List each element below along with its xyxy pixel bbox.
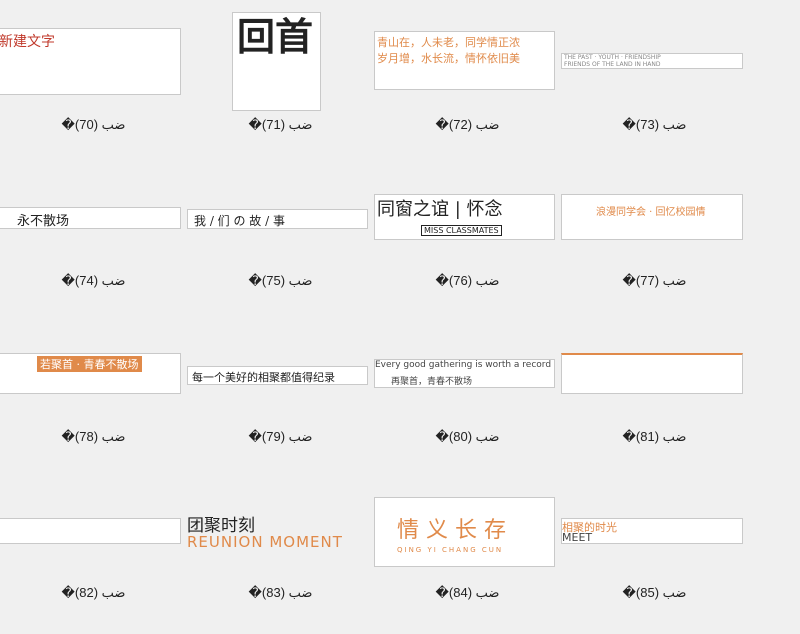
thumbnail-text: 回首: [237, 14, 314, 59]
thumbnail-image[interactable]: 回首: [232, 12, 321, 111]
thumbnail-image[interactable]: Every good gathering is worth a record 再…: [374, 359, 555, 388]
thumbnail-text: 同窗之谊 | 怀念: [377, 199, 503, 220]
thumbnail-label: �ضب (70): [61, 117, 126, 132]
thumbnail-text: 永不散场: [17, 214, 70, 229]
thumbnail-item[interactable]: 浪漫同学会 · 回忆校园情 �ضب (77): [561, 156, 748, 312]
thumbnail-item[interactable]: 情 义 长 存 QING YI CHANG CUN �ضب (84): [374, 468, 561, 624]
thumbnail-text: 情 义 长 存: [397, 518, 506, 543]
thumbnail-item[interactable]: �ضب (81): [561, 312, 748, 468]
thumbnail-image[interactable]: [561, 353, 743, 394]
thumbnail-label: �ضب (76): [435, 273, 500, 288]
thumbnail-item[interactable]: 相聚的时光 MEET �ضب (85): [561, 468, 748, 624]
thumbnail-text: 岁月增，水长流，情怀依旧美: [377, 52, 520, 65]
thumbnail-text: 新建文字: [0, 34, 55, 50]
thumbnail-item[interactable]: 同窗之谊 | 怀念 MISS CLASSMATES �ضب (76): [374, 156, 561, 312]
thumbnail-item[interactable]: �ضب (82): [0, 468, 187, 624]
thumbnail-item[interactable]: Every good gathering is worth a record 再…: [374, 312, 561, 468]
thumbnail-label: �ضب (84): [435, 585, 500, 600]
thumbnail-text: MEET: [562, 531, 593, 544]
thumbnail-label: �ضب (85): [622, 585, 687, 600]
thumbnail-image[interactable]: 新建文字: [0, 28, 181, 95]
thumbnail-text: FRIENDS OF THE LAND IN HAND: [564, 61, 661, 68]
thumbnail-item[interactable]: 新建文字 �ضب (70): [0, 0, 187, 156]
thumbnail-text: 若聚首 · 青春不散场: [37, 356, 142, 372]
thumbnail-label: �ضب (75): [248, 273, 313, 288]
thumbnail-image[interactable]: 每一个美好的相聚都值得纪录: [187, 366, 368, 385]
thumbnail-item[interactable]: 若聚首 · 青春不散场 �ضب (78): [0, 312, 187, 468]
thumbnail-label: �ضب (82): [61, 585, 126, 600]
thumbnail-image[interactable]: THE PAST · YOUTH · FRIENDSHIP FRIENDS OF…: [561, 53, 743, 69]
thumbnail-image[interactable]: 浪漫同学会 · 回忆校园情: [561, 194, 743, 240]
thumbnail-image[interactable]: [0, 518, 181, 544]
thumbnail-item[interactable]: 我 / 们 の 故 / 事 �ضب (75): [187, 156, 374, 312]
thumbnail-text: Every good gathering is worth a record: [375, 360, 552, 370]
thumbnail-text: 每一个美好的相聚都值得纪录: [192, 371, 335, 384]
thumbnail-text: 浪漫同学会 · 回忆校园情: [596, 207, 706, 218]
thumbnail-item[interactable]: THE PAST · YOUTH · FRIENDSHIP FRIENDS OF…: [561, 0, 748, 156]
thumbnail-label: �ضب (72): [435, 117, 500, 132]
thumbnail-image[interactable]: 团聚时刻 REUNION MOMENT: [187, 511, 368, 552]
thumbnail-text: REUNION MOMENT: [187, 533, 343, 551]
thumbnail-image[interactable]: 永不散场: [0, 207, 181, 229]
thumbnail-label: �ضب (83): [248, 585, 313, 600]
thumbnail-item[interactable]: 团聚时刻 REUNION MOMENT �ضب (83): [187, 468, 374, 624]
thumbnail-label: �ضب (78): [61, 429, 126, 444]
thumbnail-text: 再聚首，青春不散场: [391, 377, 473, 387]
thumbnail-image[interactable]: 青山在，人未老，同学情正浓 岁月增，水长流，情怀依旧美: [374, 31, 555, 90]
thumbnail-text: THE PAST · YOUTH · FRIENDSHIP: [564, 54, 661, 61]
thumbnail-text: 我 / 们 の 故 / 事: [194, 214, 285, 228]
thumbnail-item[interactable]: 每一个美好的相聚都值得纪录 �ضب (79): [187, 312, 374, 468]
thumbnail-label: �ضب (73): [622, 117, 687, 132]
thumbnail-text: 青山在，人未老，同学情正浓: [377, 36, 520, 49]
thumbnail-image[interactable]: 若聚首 · 青春不散场: [0, 353, 181, 394]
thumbnail-label: �ضب (71): [248, 117, 313, 132]
thumbnail-label: �ضب (81): [622, 429, 687, 444]
thumbnail-label: �ضب (74): [61, 273, 126, 288]
thumbnail-text: MISS CLASSMATES: [421, 225, 502, 236]
thumbnail-item[interactable]: 青山在，人未老，同学情正浓 岁月增，水长流，情怀依旧美 �ضب (72): [374, 0, 561, 156]
thumbnail-item[interactable]: 永不散场 �ضب (74): [0, 156, 187, 312]
thumbnail-image[interactable]: 情 义 长 存 QING YI CHANG CUN: [374, 497, 555, 567]
thumbnail-item[interactable]: 回首 �ضب (71): [187, 0, 374, 156]
thumbnail-text: QING YI CHANG CUN: [397, 546, 504, 554]
thumbnail-label: �ضب (77): [622, 273, 687, 288]
thumbnail-image[interactable]: 相聚的时光 MEET: [561, 518, 743, 544]
thumbnail-image[interactable]: 我 / 们 の 故 / 事: [187, 209, 368, 229]
thumbnail-label: �ضب (79): [248, 429, 313, 444]
thumbnail-label: �ضب (80): [435, 429, 500, 444]
thumbnail-image[interactable]: 同窗之谊 | 怀念 MISS CLASSMATES: [374, 194, 555, 240]
